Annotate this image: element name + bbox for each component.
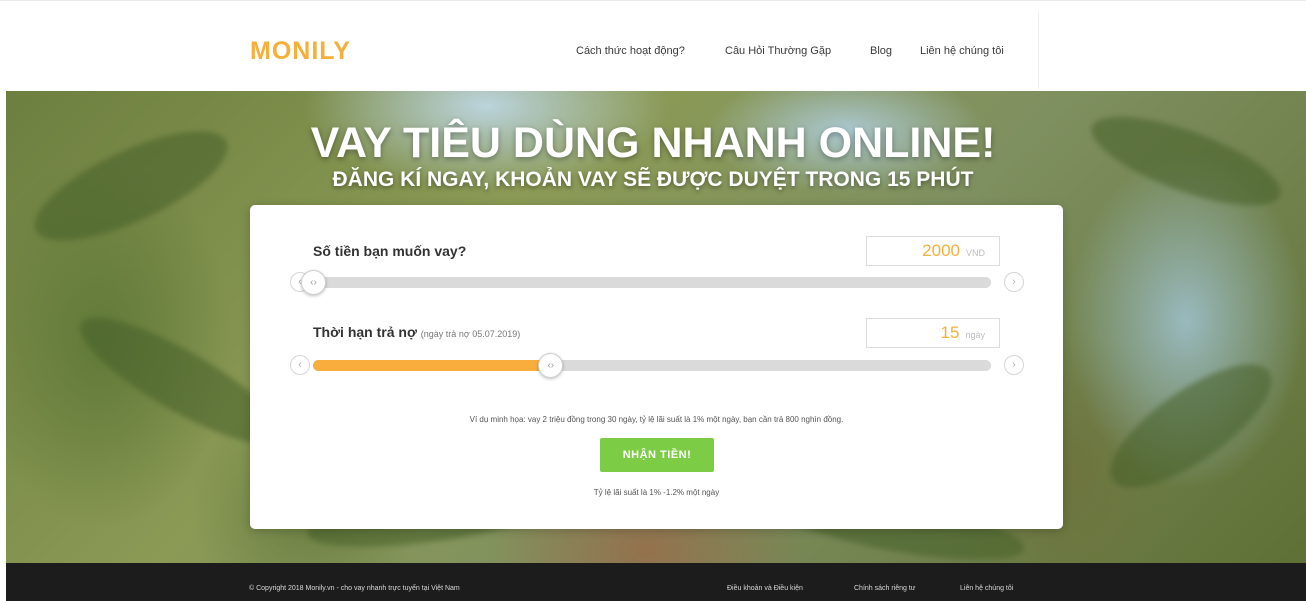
get-money-button[interactable]: NHẬN TIỀN! xyxy=(600,438,714,472)
amount-slider-thumb[interactable]: ‹› xyxy=(301,270,326,295)
footer-link-contact[interactable]: Liên hệ chúng tôi xyxy=(960,584,1013,594)
term-increase-button[interactable]: › xyxy=(1004,355,1024,375)
amount-value: 2000 xyxy=(922,241,960,260)
site-footer: © Copyright 2018 Monily.vn - cho vay nha… xyxy=(6,563,1306,601)
interest-rate-note: Tỷ lệ lãi suất là 1% -1.2% một ngày xyxy=(593,488,720,497)
footer-link-terms[interactable]: Điều khoản và Điều kiện xyxy=(727,584,803,594)
loan-calculator-card: Số tiền bạn muốn vay? 2000 VND ‹ ‹› › Thờ… xyxy=(250,205,1063,529)
palm-frond-shape xyxy=(1093,342,1289,510)
term-label: Thời hạn trả nợ xyxy=(313,324,417,340)
term-decrease-button[interactable]: ‹ xyxy=(290,355,310,375)
nav-link-faq[interactable]: Câu Hỏi Thường Gặp xyxy=(725,44,831,58)
amount-label: Số tiền bạn muốn vay? xyxy=(313,243,467,259)
term-label-group: Thời hạn trả nợ (ngày trả nợ 05.07.2019) xyxy=(313,323,520,343)
copyright-text: © Copyright 2018 Monily.vn - cho vay nha… xyxy=(249,585,460,592)
amount-unit: VND xyxy=(965,248,985,258)
term-value-box[interactable]: 15 ngày xyxy=(866,318,1000,348)
footer-link-privacy[interactable]: Chính sách riêng tư xyxy=(854,584,916,594)
nav-link-blog[interactable]: Blog xyxy=(870,44,892,58)
example-text: Ví dụ minh họa: vay 2 triệu đồng trong 3… xyxy=(469,415,844,424)
term-slider-fill xyxy=(313,360,551,371)
term-due-date-note: (ngày trả nợ 05.07.2019) xyxy=(420,329,521,339)
header-divider xyxy=(1038,11,1039,89)
term-slider-track[interactable]: ‹› xyxy=(313,353,991,378)
term-unit: ngày xyxy=(965,330,985,340)
logo[interactable]: MONILY xyxy=(250,36,351,66)
nav-link-how-it-works[interactable]: Cách thức hoạt động? xyxy=(576,44,685,58)
amount-increase-button[interactable]: › xyxy=(1004,272,1024,292)
term-value: 15 xyxy=(940,323,960,342)
term-slider-thumb[interactable]: ‹› xyxy=(538,353,564,378)
amount-value-box[interactable]: 2000 VND xyxy=(866,236,1000,266)
hero-title: VAY TIÊU DÙNG NHANH ONLINE! xyxy=(310,119,996,167)
nav-link-contact[interactable]: Liên hệ chúng tôi xyxy=(920,44,1004,58)
amount-slider-track[interactable]: ‹› xyxy=(301,270,991,295)
site-header: MONILY Cách thức hoạt động? Câu Hỏi Thườ… xyxy=(0,0,1306,91)
hero-subtitle: ĐĂNG KÍ NGAY, KHOẢN VAY SẼ ĐƯỢC DUYỆT TR… xyxy=(332,168,974,191)
